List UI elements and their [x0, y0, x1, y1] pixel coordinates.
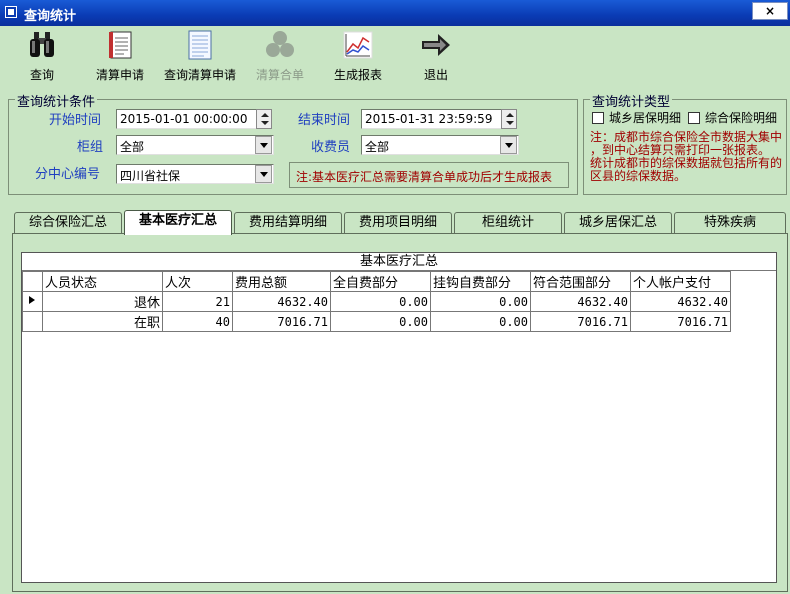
gen-report-label: 生成报表 — [333, 68, 382, 82]
table-cell[interactable]: 40 — [162, 311, 233, 332]
settle-merge-label: 清算合单 — [255, 68, 304, 82]
toolbar: 查询 清算申请 查询清算申请 清算合单 生成报表 退出 — [0, 26, 790, 88]
counter-label: 柜组 — [77, 140, 104, 155]
table-cell[interactable]: 0.00 — [330, 291, 431, 312]
settle-merge-button[interactable]: 清算合单 — [252, 30, 308, 86]
urban-rural-detail-label: 城乡居保明细 — [609, 111, 682, 125]
arrow-right-icon — [420, 30, 452, 60]
notebook-icon — [104, 30, 136, 60]
table-cell[interactable]: 0.00 — [330, 311, 431, 332]
title-bar: 查询统计 × — [0, 0, 790, 26]
start-time-input[interactable]: 2015-01-01 00:00:00 — [116, 109, 264, 129]
center-label: 分中心编号 — [35, 167, 101, 182]
row-indicator-header — [22, 271, 43, 292]
exit-label: 退出 — [423, 68, 448, 82]
start-time-spinner[interactable] — [256, 109, 272, 129]
end-time-input[interactable]: 2015-01-31 23:59:59 — [361, 109, 509, 129]
query-button[interactable]: 查询 — [14, 30, 70, 86]
column-header[interactable]: 费用总额 — [232, 271, 331, 292]
table-cell[interactable]: 4632.40 — [630, 291, 731, 312]
table-header-row: 人员状态 人次 费用总额 全自费部分 挂钩自费部分 符合范围部分 个人帐户支付 — [22, 271, 731, 292]
conditions-legend: 查询统计条件 — [15, 91, 98, 110]
table-cell[interactable]: 7016.71 — [630, 311, 731, 332]
start-time-label: 开始时间 — [49, 113, 102, 128]
counter-select[interactable]: 全部 — [116, 135, 274, 155]
row-indicator — [22, 291, 43, 312]
table-cell[interactable]: 7016.71 — [232, 311, 331, 332]
cashier-label: 收费员 — [311, 140, 351, 155]
current-row-arrow-icon — [29, 296, 35, 304]
chart-icon — [342, 30, 374, 60]
stat-type-note-line: 区县的综保数据。 — [590, 169, 687, 183]
table-row[interactable]: 退休 21 4632.40 0.00 0.00 4632.40 4632.40 — [22, 291, 731, 312]
document-icon — [184, 30, 216, 60]
settle-apply-label: 清算申请 — [95, 68, 144, 82]
settle-apply-button[interactable]: 清算申请 — [92, 30, 148, 86]
conditions-group: 查询统计条件 开始时间 2015-01-01 00:00:00 结束时间 201… — [8, 91, 578, 195]
query-label: 查询 — [29, 68, 54, 82]
tab-special-disease[interactable]: 特殊疾病 — [674, 212, 786, 234]
counter-dropdown-button[interactable] — [255, 136, 272, 154]
table-row[interactable]: 在职 40 7016.71 0.00 0.00 7016.71 7016.71 — [22, 311, 731, 332]
exit-button[interactable]: 退出 — [408, 30, 464, 86]
cashier-dropdown-button[interactable] — [500, 136, 517, 154]
table-cell[interactable]: 4632.40 — [232, 291, 331, 312]
column-header[interactable]: 人次 — [162, 271, 233, 292]
stat-type-group: 查询统计类型 城乡居保明细 综合保险明细 注：成都市综合保险全市数据大集中 ，到… — [583, 91, 787, 195]
urban-rural-detail-checkbox[interactable]: 城乡居保明细 — [592, 109, 681, 126]
tab-panel: 基本医疗汇总 人员状态 人次 费用总额 全自费部分 挂钩自费部分 符合范围部分 … — [12, 233, 788, 592]
stat-type-legend: 查询统计类型 — [590, 91, 673, 110]
center-select[interactable]: 四川省社保 — [116, 164, 274, 184]
tab-comprehensive-summary[interactable]: 综合保险汇总 — [14, 212, 122, 234]
comprehensive-detail-checkbox[interactable]: 综合保险明细 — [688, 109, 777, 126]
column-header[interactable]: 挂钩自费部分 — [430, 271, 531, 292]
summary-table: 人员状态 人次 费用总额 全自费部分 挂钩自费部分 符合范围部分 个人帐户支付 … — [22, 271, 731, 332]
tab-urban-rural-summary[interactable]: 城乡居保汇总 — [564, 212, 672, 234]
table-cell[interactable]: 4632.40 — [530, 291, 631, 312]
row-indicator — [22, 311, 43, 332]
query-settle-apply-button[interactable]: 查询清算申请 — [162, 30, 238, 86]
grid-caption: 基本医疗汇总 — [22, 253, 776, 271]
end-time-spinner[interactable] — [501, 109, 517, 129]
checkbox-box[interactable] — [592, 112, 604, 124]
app-icon — [5, 6, 17, 18]
binoculars-icon — [26, 30, 58, 60]
query-settle-apply-label: 查询清算申请 — [163, 68, 236, 82]
checkbox-box[interactable] — [688, 112, 700, 124]
column-header[interactable]: 人员状态 — [42, 271, 163, 292]
column-header[interactable]: 符合范围部分 — [530, 271, 631, 292]
conditions-note: 注:基本医疗汇总需要清算合单成功后才生成报表 — [289, 162, 569, 188]
tab-fee-settle-detail[interactable]: 费用结算明细 — [234, 212, 342, 234]
table-cell[interactable]: 退休 — [42, 291, 163, 312]
table-cell[interactable]: 7016.71 — [530, 311, 631, 332]
close-button[interactable]: × — [752, 2, 788, 20]
column-header[interactable]: 个人帐户支付 — [630, 271, 731, 292]
table-cell[interactable]: 21 — [162, 291, 233, 312]
comprehensive-detail-label: 综合保险明细 — [705, 111, 778, 125]
column-header[interactable]: 全自费部分 — [330, 271, 431, 292]
tab-basic-medical-summary[interactable]: 基本医疗汇总 — [124, 210, 232, 235]
tab-counter-stats[interactable]: 柜组统计 — [454, 212, 562, 234]
merge-icon — [264, 30, 296, 60]
gen-report-button[interactable]: 生成报表 — [330, 30, 386, 86]
cashier-select[interactable]: 全部 — [361, 135, 519, 155]
stat-type-note: 注：成都市综合保险全市数据大集中 ，到中心结算只需打印一张报表。 统计成都市的综… — [590, 131, 782, 183]
table-cell[interactable]: 在职 — [42, 311, 163, 332]
report-tabs: 综合保险汇总 基本医疗汇总 费用结算明细 费用项目明细 柜组统计 城乡居保汇总 … — [12, 210, 788, 235]
data-grid[interactable]: 基本医疗汇总 人员状态 人次 费用总额 全自费部分 挂钩自费部分 符合范围部分 … — [21, 252, 777, 583]
center-dropdown-button[interactable] — [255, 165, 272, 183]
tab-fee-item-detail[interactable]: 费用项目明细 — [344, 212, 452, 234]
window-title: 查询统计 — [24, 9, 77, 24]
end-time-label: 结束时间 — [298, 113, 351, 128]
table-cell[interactable]: 0.00 — [430, 311, 531, 332]
table-cell[interactable]: 0.00 — [430, 291, 531, 312]
